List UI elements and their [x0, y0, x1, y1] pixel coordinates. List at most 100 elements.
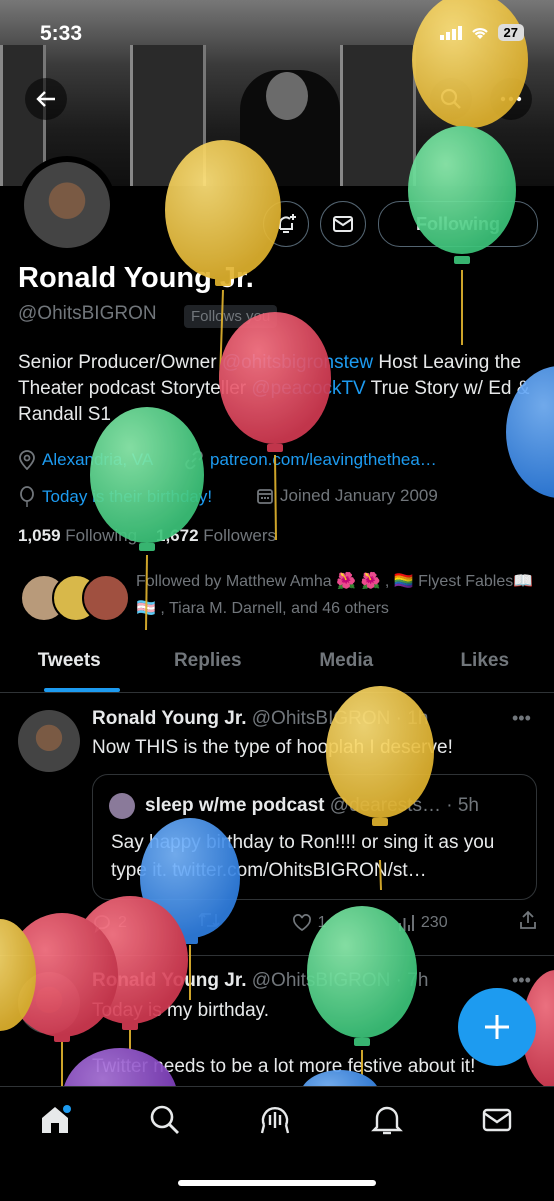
views-count: 230: [421, 914, 448, 932]
bell-icon: [370, 1103, 404, 1137]
reply-icon: [92, 913, 112, 933]
quote-avatar: [109, 793, 135, 819]
tweet-author-handle: @OhitsBIGRON: [252, 970, 391, 991]
quote-author-handle: @dearests…: [330, 795, 441, 816]
notification-button[interactable]: [263, 201, 309, 247]
tweet-avatar[interactable]: [18, 710, 80, 772]
views-action[interactable]: 230: [397, 914, 448, 932]
bio-text: Senior Producer/Owner: [18, 352, 222, 373]
plus-icon: [482, 1012, 512, 1042]
followers-label: Followers: [203, 526, 276, 545]
nav-search[interactable]: [148, 1103, 182, 1137]
tweet-header: Ronald Young Jr. @OhitsBIGRON · 7h: [92, 970, 428, 992]
battery-level: 27: [498, 24, 524, 41]
message-button[interactable]: [320, 201, 366, 247]
tweet-time: · 7h: [396, 970, 429, 991]
profile-birthday: Today is their birthday!: [18, 486, 212, 508]
tab-likes[interactable]: Likes: [416, 642, 554, 692]
tweet-author-name[interactable]: Ronald Young Jr.: [92, 970, 246, 991]
followers-stat[interactable]: 1,672 Followers: [156, 526, 276, 545]
home-indicator: [178, 1180, 376, 1186]
tab-replies[interactable]: Replies: [139, 642, 278, 692]
active-tab-indicator: [44, 688, 120, 692]
back-arrow-icon: [35, 88, 57, 110]
signal-icon: [440, 26, 462, 40]
followers-count: 1,672: [156, 526, 199, 545]
heart-icon: [292, 914, 312, 932]
status-bar: 5:33 27: [0, 0, 554, 60]
reply-action[interactable]: 2: [92, 913, 127, 933]
tweet-more-icon[interactable]: •••: [512, 970, 531, 991]
profile-tabs: Tweets Replies Media Likes: [0, 642, 554, 693]
tweet-author-name[interactable]: Ronald Young Jr.: [92, 708, 246, 729]
nav-spaces[interactable]: [258, 1103, 292, 1137]
nav-home[interactable]: [38, 1103, 72, 1137]
retweet-icon: [197, 910, 221, 930]
bio-mention-link[interactable]: @ohitsbigronstew: [222, 352, 373, 373]
tweet-avatar[interactable]: [18, 972, 80, 1034]
tweet-header: Ronald Young Jr. @OhitsBIGRON · 1h: [92, 708, 428, 730]
profile-name: Ronald Young Jr.: [18, 262, 254, 295]
quoted-tweet[interactable]: sleep w/me podcast @dearests… · 5h Say h…: [92, 774, 537, 900]
share-icon: [518, 910, 538, 930]
balloon-icon: [18, 486, 36, 508]
search-icon: [440, 88, 462, 110]
followed-by-text[interactable]: Followed by Matthew Amha 🌺 🌺 , 🏳️‍🌈 Flye…: [136, 568, 536, 622]
tweet-text: Now THIS is the type of hooplah I deserv…: [92, 737, 453, 759]
tweet-text: Twitter needs to be a lot more festive a…: [92, 1056, 475, 1078]
profile-handle: @OhitsBIGRON: [18, 303, 157, 325]
search-icon: [148, 1103, 182, 1137]
status-indicators: 27: [440, 24, 524, 41]
bio-mention-link[interactable]: @peacockTV: [251, 378, 365, 399]
quote-time: · 5h: [446, 795, 479, 816]
quote-text: Say happy birthday to Ron!!!! or sing it…: [111, 829, 526, 885]
tweet-author-handle: @OhitsBIGRON: [252, 708, 391, 729]
tab-label: Media: [319, 650, 373, 671]
mail-icon: [332, 215, 354, 233]
tab-tweets[interactable]: Tweets: [0, 642, 139, 692]
tab-label: Replies: [174, 650, 242, 671]
spaces-icon: [258, 1103, 292, 1137]
follower-avatar: [82, 574, 130, 622]
following-stat[interactable]: 1,059 Following: [18, 526, 137, 545]
back-button[interactable]: [25, 78, 67, 120]
more-button[interactable]: [490, 78, 532, 120]
views-icon: [397, 914, 415, 932]
nav-notifications[interactable]: [370, 1103, 404, 1137]
following-button[interactable]: Following: [378, 201, 538, 247]
mail-icon: [480, 1103, 514, 1137]
tweet-time: · 1h: [396, 708, 429, 729]
calendar-icon: [256, 487, 274, 505]
reply-count: 2: [118, 914, 127, 932]
website-link[interactable]: patreon.com/leavingthethea…: [210, 450, 437, 470]
profile-bio: Senior Producer/Owner @ohitsbigronstew H…: [18, 350, 538, 428]
retweet-action[interactable]: [197, 910, 221, 935]
search-button[interactable]: [430, 78, 472, 120]
compose-tweet-button[interactable]: [458, 988, 536, 1066]
tweet-actions: 2 1 230: [92, 910, 538, 935]
tweet-more-icon[interactable]: •••: [512, 708, 531, 729]
follows-you-badge: Follows you: [184, 305, 277, 328]
home-icon: [38, 1103, 72, 1137]
location-icon: [18, 450, 36, 470]
tab-label: Tweets: [38, 650, 101, 671]
profile-joined: Joined January 2009: [256, 486, 438, 506]
following-label: Following: [65, 526, 137, 545]
profile-website[interactable]: patreon.com/leavingthethea…: [184, 450, 437, 470]
link-icon: [184, 450, 204, 470]
following-count: 1,059: [18, 526, 61, 545]
like-action[interactable]: 1: [292, 914, 327, 932]
nav-messages[interactable]: [480, 1103, 514, 1137]
profile-avatar[interactable]: [18, 156, 116, 254]
wifi-icon: [470, 26, 490, 40]
tweet-divider: [0, 955, 554, 956]
status-time: 5:33: [40, 22, 82, 46]
share-action[interactable]: [518, 910, 538, 935]
tweet-text: Today is my birthday.: [92, 1000, 269, 1022]
location-text: Alexandria, VA: [42, 450, 153, 470]
profile-location: Alexandria, VA: [18, 450, 153, 470]
joined-text: Joined January 2009: [280, 486, 438, 506]
tab-media[interactable]: Media: [277, 642, 416, 692]
quote-author-name: sleep w/me podcast: [145, 795, 325, 816]
quote-header: sleep w/me podcast @dearests… · 5h: [145, 795, 479, 817]
